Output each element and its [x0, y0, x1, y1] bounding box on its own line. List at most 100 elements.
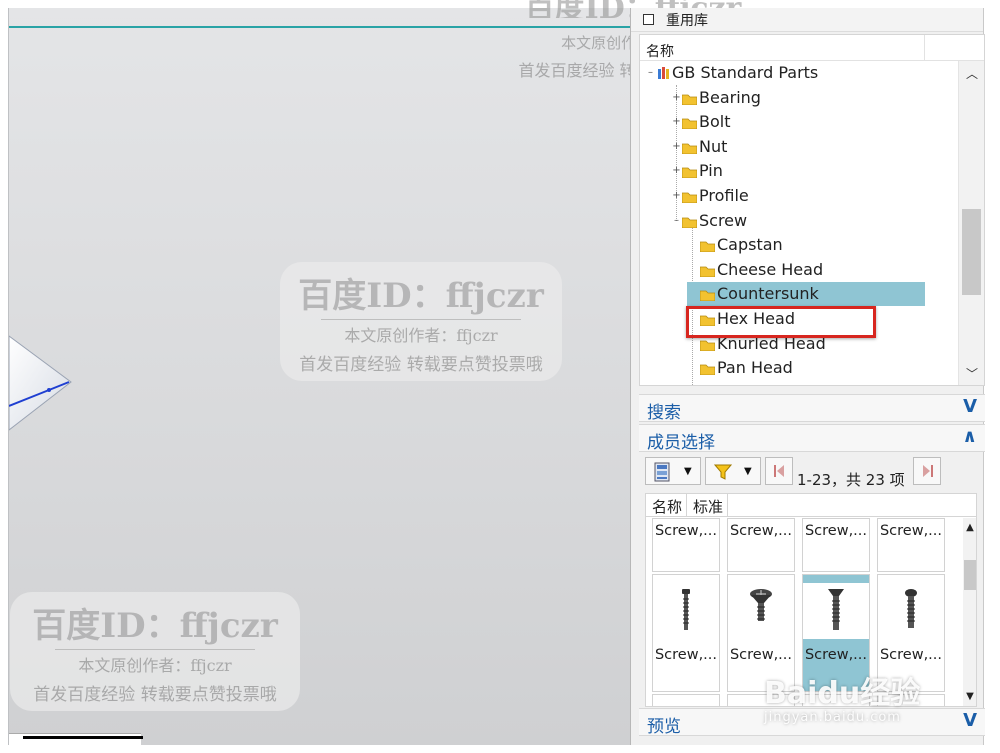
- reuse-library-panel: 重用库 名称 – GB Standard Parts + Bearing + B…: [630, 8, 985, 745]
- tree-node-nut[interactable]: + Nut: [640, 135, 958, 160]
- chevron-up-icon[interactable]: ∧: [962, 426, 977, 447]
- panel-title: 重用库: [666, 12, 708, 29]
- filter-dropdown[interactable]: ▼: [705, 457, 761, 485]
- tree-node-countersunk[interactable]: Countersunk: [640, 282, 958, 307]
- expand-icon[interactable]: +: [672, 190, 681, 201]
- member-cell[interactable]: Screw,...: [652, 574, 720, 692]
- member-caption: Screw,...: [654, 647, 718, 663]
- tab-name[interactable]: 名称: [646, 494, 688, 516]
- screw-thumbnail-icon: [682, 589, 690, 630]
- folder-icon: [700, 266, 715, 277]
- library-tree: 名称 – GB Standard Parts + Bearing + Bolt …: [639, 34, 985, 386]
- tree-node-label: Capstan: [717, 235, 783, 255]
- filter-icon: [714, 464, 732, 480]
- scroll-down-icon[interactable]: ﹀: [959, 365, 984, 383]
- chevron-down-icon: ▼: [684, 466, 692, 477]
- tab-standard[interactable]: 标准: [687, 494, 729, 516]
- member-cell[interactable]: Screw,...: [652, 518, 720, 572]
- scrollbar-thumb[interactable]: [962, 209, 981, 295]
- search-section-header[interactable]: 搜索 V: [639, 394, 985, 423]
- view-mode-dropdown[interactable]: ▼: [645, 457, 701, 485]
- member-caption: Screw,...: [654, 523, 718, 539]
- member-caption: Screw,...: [804, 647, 868, 663]
- member-caption: Screw,...: [879, 647, 943, 663]
- last-page-button[interactable]: [913, 457, 941, 485]
- tree-node-pin[interactable]: + Pin: [640, 159, 958, 184]
- member-caption: Screw,...: [729, 647, 793, 663]
- tree-node-label: Nut: [699, 136, 728, 156]
- tree-node-label: Pan Head: [717, 358, 793, 378]
- tree-node-label: Profile: [699, 185, 749, 205]
- member-toolbar: ▼ ▼ 1-23，共 23 项: [645, 457, 965, 489]
- folder-open-icon: [682, 217, 697, 228]
- panel-titlebar: 重用库: [631, 8, 983, 32]
- collapse-icon[interactable]: –: [672, 215, 681, 226]
- folder-icon: [682, 94, 697, 105]
- baidu-watermark: Baidu经验 jingyan.baidu.com: [764, 668, 920, 725]
- tree-node-bearing[interactable]: + Bearing: [640, 86, 958, 111]
- tree-node-bolt[interactable]: + Bolt: [640, 110, 958, 135]
- baidu-logo: Baidu经验: [764, 676, 921, 711]
- folder-icon: [682, 167, 697, 179]
- cone-model[interactable]: [9, 326, 79, 436]
- member-cell[interactable]: Screw,...: [727, 518, 795, 572]
- tree-node-label: Countersunk: [717, 284, 819, 304]
- member-caption: Screw,...: [879, 523, 943, 539]
- expand-icon[interactable]: +: [672, 166, 681, 176]
- member-caption: Screw,...: [729, 523, 793, 539]
- scroll-down-icon[interactable]: ▼: [963, 691, 976, 702]
- expand-icon[interactable]: +: [672, 141, 681, 152]
- tree-rows: – GB Standard Parts + Bearing + Bolt + N…: [640, 61, 958, 385]
- tree-node-pan-head[interactable]: Pan Head: [640, 356, 958, 381]
- folder-icon: [682, 192, 697, 203]
- tree-node-label: Bolt: [699, 112, 731, 132]
- tree-column-name: 名称: [646, 44, 674, 60]
- grid-scrollbar[interactable]: ▲ ▼: [963, 518, 976, 706]
- range-counter: 1-23，共 23 项: [797, 471, 905, 489]
- first-page-icon: [774, 465, 784, 477]
- tree-scrollbar[interactable]: ︿ ﹀: [958, 61, 984, 385]
- member-cell[interactable]: [652, 694, 720, 706]
- screw-thumbnail-icon: [750, 589, 772, 621]
- folder-icon: [700, 364, 715, 376]
- chevron-down-icon[interactable]: V: [963, 710, 977, 731]
- folder-icon: [700, 241, 715, 253]
- folder-icon: [682, 143, 697, 154]
- tree-node-gb-standard-parts[interactable]: – GB Standard Parts: [640, 61, 958, 86]
- section-title: 预览: [647, 717, 681, 737]
- viewport-top-border: [9, 26, 630, 28]
- tree-node-profile[interactable]: + Profile: [640, 184, 958, 209]
- folder-icon: [700, 290, 715, 302]
- tree-node-label: GB Standard Parts: [672, 63, 819, 82]
- view-mode-icon: [654, 462, 670, 482]
- last-page-icon: [923, 465, 933, 477]
- tree-node-screw[interactable]: – Screw: [640, 209, 958, 234]
- chevron-down-icon: ▼: [744, 466, 752, 477]
- tree-node-capstan[interactable]: Capstan: [640, 233, 958, 258]
- tree-node-cheese-head[interactable]: Cheese Head: [640, 258, 958, 283]
- member-select-section-header[interactable]: 成员选择 ∧: [639, 424, 985, 453]
- graphics-viewport[interactable]: [8, 8, 630, 745]
- member-cell[interactable]: Screw,...: [802, 518, 870, 572]
- scroll-up-icon[interactable]: ︿: [959, 65, 984, 83]
- expand-icon[interactable]: +: [672, 117, 681, 127]
- section-title: 成员选择: [647, 433, 715, 453]
- grid-column-tabs: 名称 标准: [646, 494, 976, 517]
- first-page-button[interactable]: [765, 457, 793, 485]
- countersunk-screw-icon: [828, 589, 844, 630]
- baidu-url: jingyan.baidu.com: [764, 710, 901, 725]
- member-caption: Screw,...: [804, 523, 868, 539]
- expand-icon[interactable]: +: [672, 92, 681, 103]
- section-title: 搜索: [647, 403, 681, 423]
- library-icon: [658, 67, 669, 79]
- chevron-down-icon[interactable]: V: [963, 396, 977, 417]
- scrollbar-thumb[interactable]: [964, 560, 976, 590]
- tree-node-label: Bearing: [699, 87, 761, 107]
- member-cell[interactable]: Screw,...: [877, 518, 945, 572]
- annotation-highlight-box: [686, 306, 876, 338]
- scroll-up-icon[interactable]: ▲: [963, 522, 976, 533]
- collapse-icon[interactable]: –: [646, 68, 655, 78]
- folder-icon: [682, 118, 697, 130]
- tree-column-header[interactable]: 名称: [640, 35, 984, 61]
- panel-pin-checkbox[interactable]: [643, 14, 654, 25]
